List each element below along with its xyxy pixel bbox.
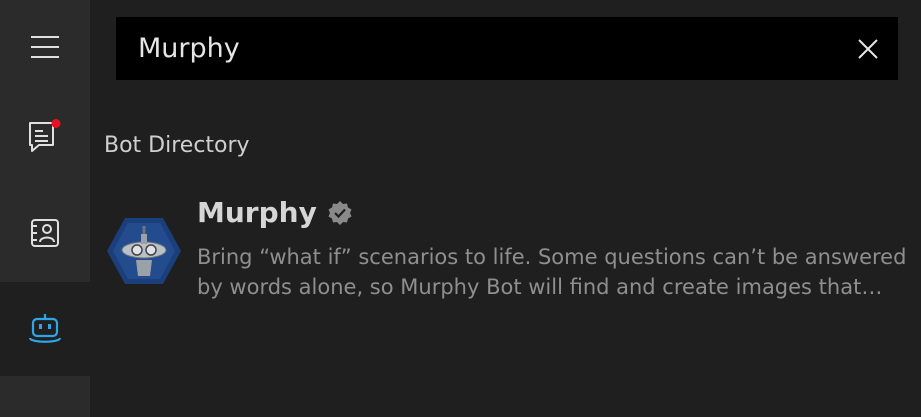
hamburger-menu-icon — [31, 36, 59, 58]
chats-nav-button[interactable] — [0, 90, 90, 184]
chat-icon — [29, 119, 61, 152]
contacts-icon — [31, 219, 59, 247]
bot-icon — [28, 314, 62, 343]
bot-description: Bring “what if” scenarios to life. Some … — [197, 245, 907, 299]
sidebar — [0, 0, 90, 417]
main-panel: Bot Directory Murphy Bring “what if” sce… — [90, 0, 921, 417]
search-input[interactable] — [116, 17, 816, 80]
verified-badge-icon — [328, 200, 352, 225]
search-box — [116, 17, 898, 80]
section-title: Bot Directory — [104, 133, 250, 158]
bot-name-row: Murphy — [197, 196, 353, 229]
bot-name: Murphy — [197, 196, 317, 229]
bot-result-item[interactable]: Murphy Bring “what if” scenarios to life… — [104, 192, 921, 312]
menu-button[interactable] — [0, 0, 90, 94]
bots-nav-button[interactable] — [0, 282, 90, 376]
clear-search-button[interactable] — [854, 35, 882, 63]
notification-dot — [51, 119, 61, 128]
close-icon — [858, 39, 878, 59]
contacts-nav-button[interactable] — [0, 186, 90, 280]
bot-avatar — [107, 218, 181, 284]
